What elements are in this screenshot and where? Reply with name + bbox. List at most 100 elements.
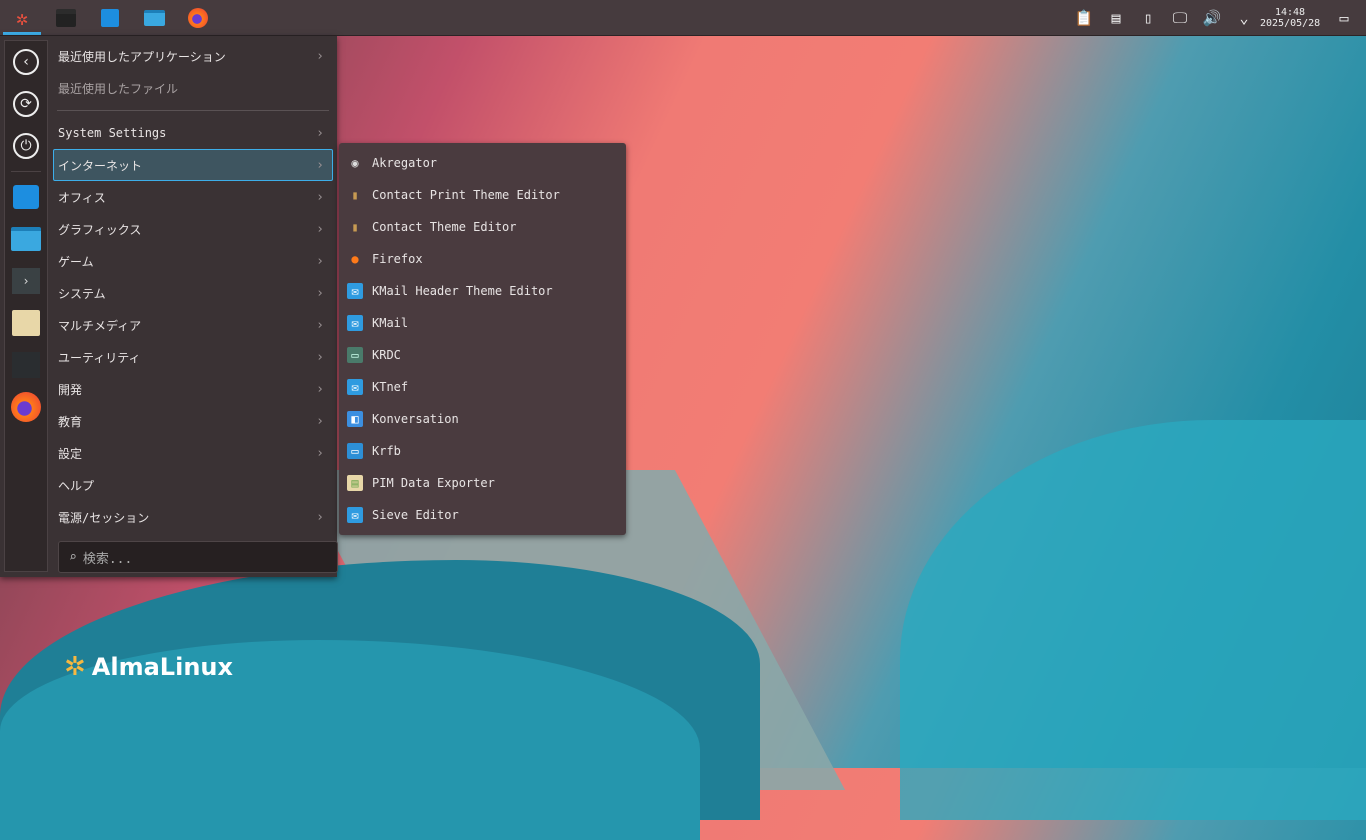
almalinux-logo-icon: ✲ xyxy=(64,652,86,682)
submenu-item-label: Krfb xyxy=(372,444,401,458)
chat-icon: ◧ xyxy=(347,411,363,427)
divider xyxy=(11,171,41,172)
menu-category-label: 最近使用したアプリケーション xyxy=(58,49,226,64)
submenu-item-label: Contact Theme Editor xyxy=(372,220,517,234)
menu-category[interactable]: マルチメディア › xyxy=(53,309,333,341)
back-icon: ‹ xyxy=(13,49,39,75)
submenu-item-label: Contact Print Theme Editor xyxy=(372,188,560,202)
submenu-item[interactable]: ▭ KRDC xyxy=(339,339,626,371)
firefox-icon xyxy=(11,392,41,422)
menu-category-label: 教育 xyxy=(58,414,83,429)
internet-submenu: ◉ Akregator ▮ Contact Print Theme Editor ▮ Co… xyxy=(339,143,626,535)
store-bag-icon xyxy=(101,8,119,27)
favorite-discover[interactable] xyxy=(5,176,47,218)
menu-category[interactable]: System Settings › xyxy=(53,117,333,149)
addressbook-icon: ▮ xyxy=(351,220,359,234)
firefox-icon xyxy=(188,7,208,28)
mail-icon: ✉ xyxy=(347,315,363,331)
menu-category-label: マルチメディア xyxy=(58,318,142,333)
search-icon: ⌕ xyxy=(69,549,77,565)
favorite-system-settings[interactable] xyxy=(5,344,47,386)
submenu-item-label: Akregator xyxy=(372,156,438,170)
menu-category[interactable]: ユーティリティ › xyxy=(53,341,333,373)
clock[interactable]: 14:48 2025/05/28 xyxy=(1260,7,1320,29)
submenu-item-label: Sieve Editor xyxy=(372,508,459,522)
taskbar-discover[interactable] xyxy=(88,0,132,36)
menu-category[interactable]: 設定 › xyxy=(53,437,333,469)
volume-icon[interactable]: 🔊 xyxy=(1196,9,1228,27)
store-bag-icon xyxy=(13,185,39,209)
chevron-down-icon[interactable]: ⌄ xyxy=(1228,9,1260,27)
menu-category-label: インターネット xyxy=(58,158,143,173)
menu-category-label: System Settings xyxy=(58,126,167,140)
menu-category[interactable]: 教育 › xyxy=(53,405,333,437)
menu-category[interactable]: オフィス › xyxy=(53,181,333,213)
menu-category[interactable]: 最近使用したファイル xyxy=(53,72,333,104)
favorite-firefox[interactable] xyxy=(5,386,47,428)
submenu-item[interactable]: ✉ KTnef xyxy=(339,371,626,403)
menu-category-label: システム xyxy=(58,286,106,301)
submenu-item[interactable]: ▤ PIM Data Exporter xyxy=(339,467,626,499)
usb-device-icon[interactable]: ▯ xyxy=(1132,9,1164,27)
notes-icon[interactable]: ▤ xyxy=(1100,9,1132,27)
show-desktop-icon[interactable]: ▭ xyxy=(1328,9,1360,27)
submenu-item[interactable]: ✉ Sieve Editor xyxy=(339,499,626,531)
divider xyxy=(57,110,329,111)
menu-category[interactable]: ゲーム › xyxy=(53,245,333,277)
menu-category-label: 設定 xyxy=(58,446,83,461)
submenu-item[interactable]: ✉ KMail Header Theme Editor xyxy=(339,275,626,307)
chevron-right-icon: › xyxy=(316,381,324,397)
taskbar: ✲ 📋 ▤ ▯ 🖵 🔊 ⌄ 14:48 2025/05/28 ▭ xyxy=(0,0,1366,36)
application-launcher-button[interactable]: ✲ xyxy=(0,0,44,36)
addressbook-icon: ▮ xyxy=(351,188,359,202)
menu-category[interactable]: システム › xyxy=(53,277,333,309)
submenu-item[interactable]: ▮ Contact Theme Editor xyxy=(339,211,626,243)
menu-category-label: 開発 xyxy=(58,382,83,397)
menu-category-label: グラフィックス xyxy=(58,222,142,237)
almalinux-icon: ✲ xyxy=(15,5,29,30)
menu-category-label: 電源/セッション xyxy=(58,510,150,525)
chevron-right-icon: › xyxy=(316,253,324,269)
mail-icon: ✉ xyxy=(347,379,363,395)
favorites-strip: ‹ ⟳ ⏻ › xyxy=(4,40,48,572)
menu-category[interactable]: 電源/セッション › xyxy=(53,501,333,533)
submenu-item[interactable]: ● Firefox xyxy=(339,243,626,275)
clipboard-icon[interactable]: 📋 xyxy=(1068,9,1100,27)
menu-category-label: ヘルプ xyxy=(58,478,95,493)
rss-icon: ◉ xyxy=(351,156,359,170)
menu-category[interactable]: グラフィックス › xyxy=(53,213,333,245)
restart-button[interactable]: ⟳ xyxy=(5,83,47,125)
menu-category[interactable]: インターネット › xyxy=(53,149,333,181)
archive-icon: ▤ xyxy=(347,475,363,491)
taskbar-dolphin[interactable] xyxy=(132,0,176,36)
favorite-archiver[interactable] xyxy=(5,302,47,344)
folder-icon xyxy=(11,227,41,251)
submenu-item[interactable]: ▭ Krfb xyxy=(339,435,626,467)
submenu-item[interactable]: ▮ Contact Print Theme Editor xyxy=(339,179,626,211)
network-wired-icon[interactable]: 🖵 xyxy=(1164,9,1196,27)
submenu-item[interactable]: ◧ Konversation xyxy=(339,403,626,435)
firefox-icon: ● xyxy=(351,252,359,266)
submenu-item[interactable]: ◉ Akregator xyxy=(339,147,626,179)
menu-category[interactable]: 開発 › xyxy=(53,373,333,405)
back-button[interactable]: ‹ xyxy=(5,41,47,83)
power-icon: ⏻ xyxy=(13,133,39,159)
submenu-item-label: Firefox xyxy=(372,252,423,266)
archive-icon xyxy=(12,310,40,336)
chevron-right-icon: › xyxy=(316,125,324,141)
mail-icon: ✉ xyxy=(347,283,363,299)
menu-category[interactable]: 最近使用したアプリケーション › xyxy=(53,40,333,72)
logo-text: AlmaLinux xyxy=(91,653,233,681)
terminal-icon: › xyxy=(12,268,40,294)
taskbar-system-settings[interactable] xyxy=(44,0,88,36)
chevron-right-icon: › xyxy=(316,189,324,205)
submenu-item[interactable]: ✉ KMail xyxy=(339,307,626,339)
menu-category[interactable]: ヘルプ xyxy=(53,469,333,501)
search-input[interactable]: ⌕ 検索... xyxy=(58,541,338,573)
taskbar-firefox[interactable] xyxy=(176,0,220,36)
power-button[interactable]: ⏻ xyxy=(5,125,47,167)
favorite-dolphin[interactable] xyxy=(5,218,47,260)
submenu-item-label: PIM Data Exporter xyxy=(372,476,495,490)
favorite-konsole[interactable]: › xyxy=(5,260,47,302)
chevron-right-icon: › xyxy=(316,445,324,461)
